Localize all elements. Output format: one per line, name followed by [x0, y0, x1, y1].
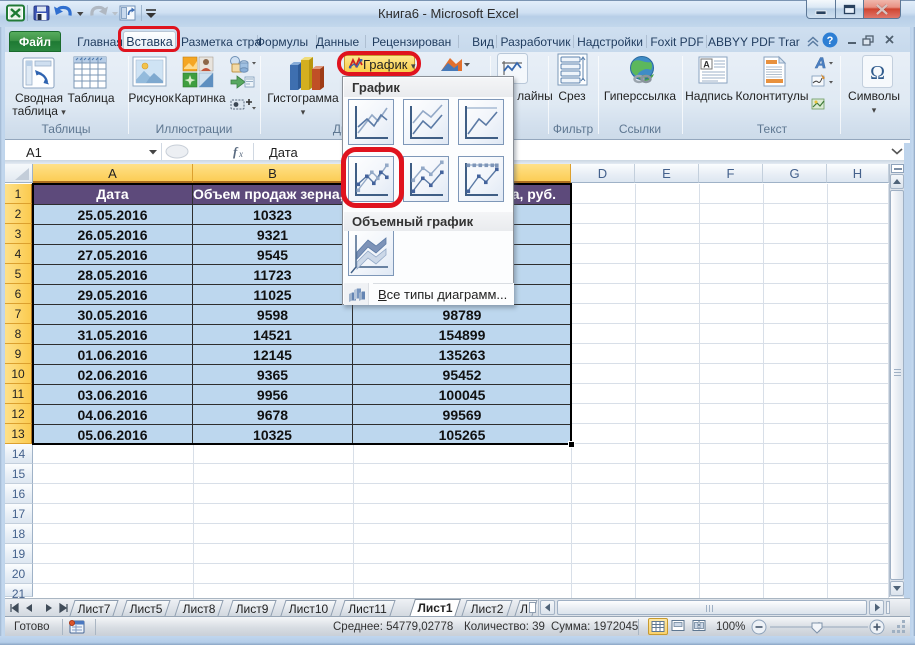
svg-text:Ω: Ω	[870, 62, 885, 84]
svg-text:A: A	[703, 60, 710, 70]
svg-text:?: ?	[827, 35, 834, 47]
svg-text:A: A	[814, 55, 827, 72]
svg-text:x: x	[238, 149, 243, 159]
